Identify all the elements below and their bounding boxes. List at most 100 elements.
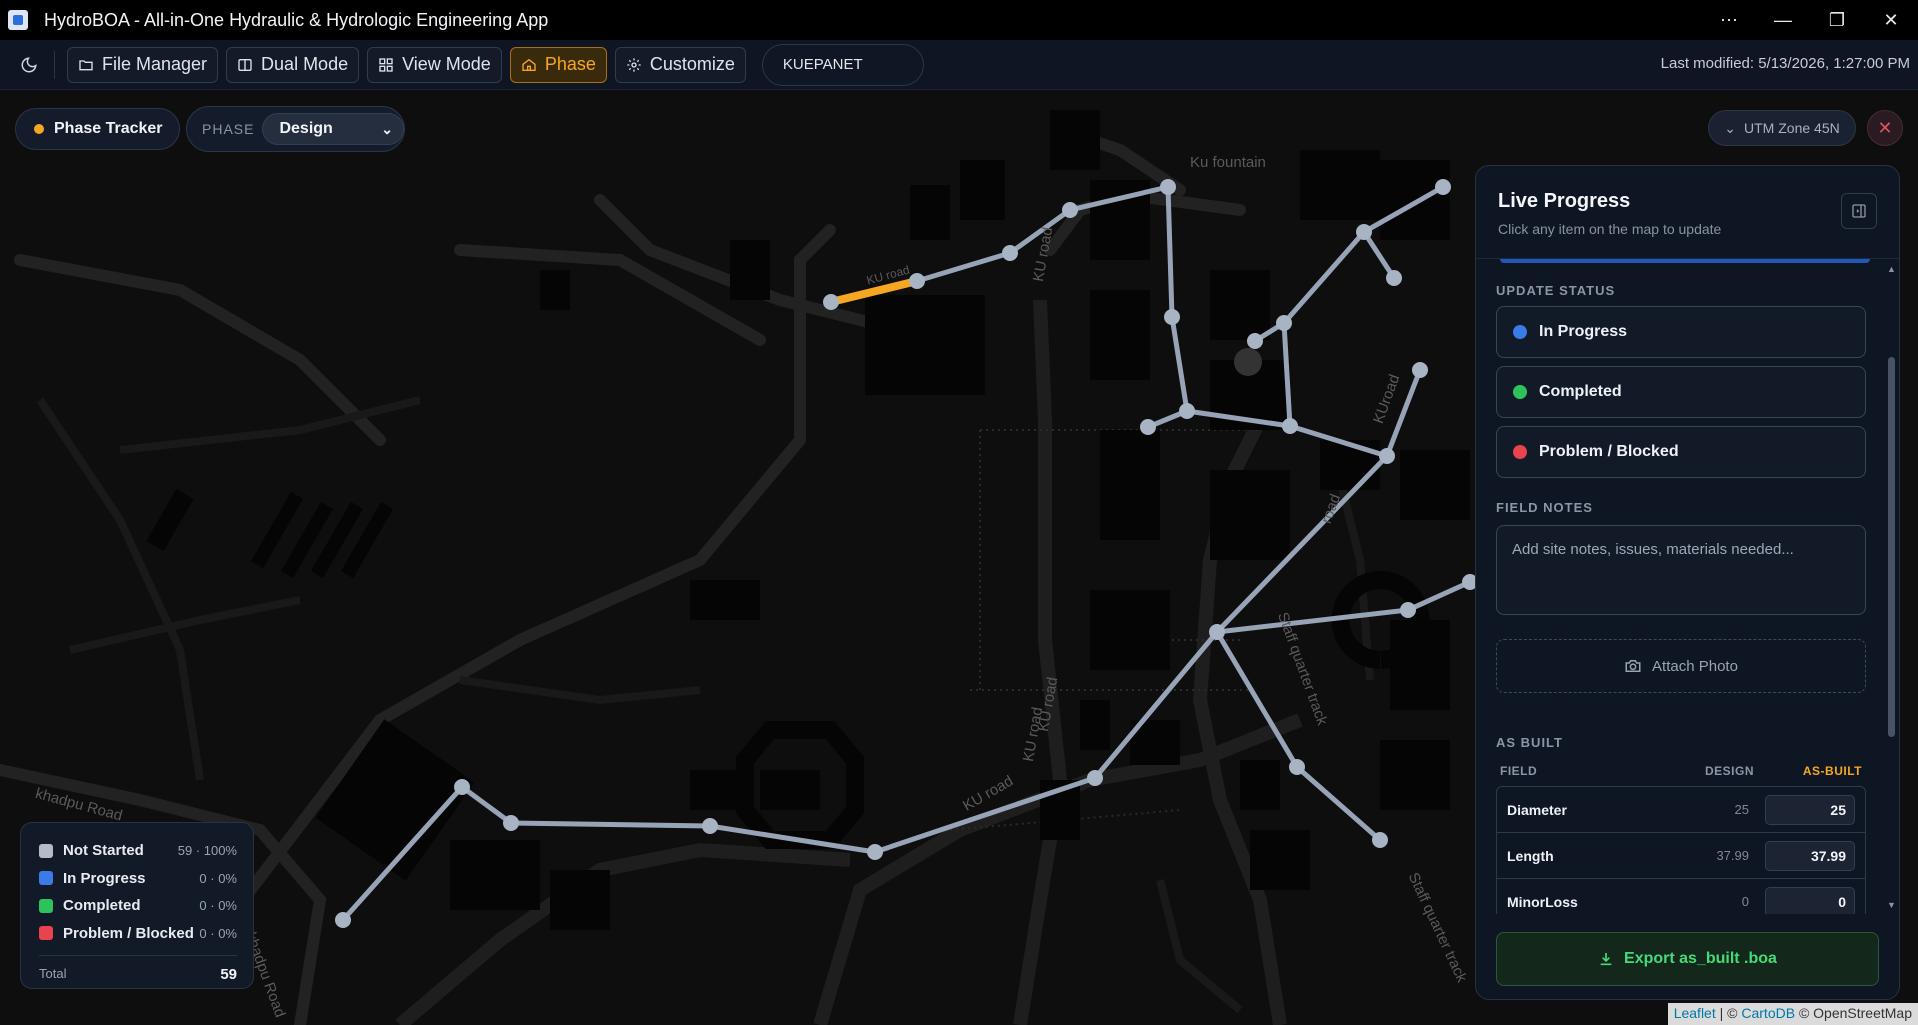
legend-item: Problem / Blocked 0 · 0% [39, 920, 237, 948]
status-dot [1513, 385, 1527, 399]
legend-item: In Progress 0 · 0% [39, 865, 237, 893]
panel-subtitle: Click any item on the map to update [1498, 221, 1722, 237]
table-row: Diameter 25 25 [1497, 787, 1865, 833]
panel-title: Live Progress [1498, 190, 1631, 212]
export-as-built-button[interactable]: Export as_built .boa [1496, 932, 1879, 986]
live-progress-panel: Live Progress Click any item on the map … [1475, 165, 1900, 1000]
row-field: Length [1507, 847, 1554, 864]
dual-mode-button[interactable]: Dual Mode [226, 46, 360, 83]
gear-icon [627, 57, 641, 72]
cartodb-link[interactable]: CartoDB [1741, 1005, 1795, 1021]
legend-item: Completed 0 · 0% [39, 892, 237, 920]
legend-item-name: In Progress [63, 869, 146, 887]
folder-icon [79, 59, 93, 70]
as-built-input[interactable]: 37.99 [1765, 840, 1855, 871]
dual-mode-label: Dual Mode [261, 54, 349, 74]
chevron-down-icon: ⌄ [1724, 119, 1737, 136]
status-in-progress-button[interactable]: In Progress [1496, 306, 1866, 358]
app-icon [8, 10, 28, 30]
export-label: Export as_built .boa [1624, 950, 1777, 967]
theme-toggle-moon-icon[interactable] [14, 50, 44, 80]
customize-button[interactable]: Customize [614, 46, 746, 83]
legend-item-name: Not Started [63, 842, 144, 860]
update-status-label: UPDATE STATUS [1496, 283, 1616, 298]
as-built-label: AS BUILT [1496, 735, 1563, 750]
legend-swatch [39, 898, 53, 913]
col-field: FIELD [1500, 764, 1538, 778]
minimize-button[interactable]: — [1756, 0, 1810, 40]
download-icon [1600, 953, 1612, 966]
scrollbar-thumb[interactable] [1888, 357, 1895, 737]
main-toolbar: File Manager Dual Mode View Mode Phase C… [0, 40, 1918, 90]
col-design: DESIGN [1704, 764, 1754, 778]
attach-photo-label: Attach Photo [1652, 657, 1738, 675]
phase-button[interactable]: Phase [509, 46, 607, 83]
row-design: 0 [1741, 894, 1749, 909]
table-row: MinorLoss 0 0 [1497, 879, 1865, 914]
phase-selector: PHASE Design ⌄ [186, 106, 405, 152]
legend-swatch [39, 843, 53, 858]
panel-header: Live Progress Click any item on the map … [1476, 166, 1899, 259]
customize-label: Customize [649, 54, 735, 74]
legend-item-name: Problem / Blocked [63, 924, 194, 942]
status-completed-button[interactable]: Completed [1496, 366, 1866, 418]
file-manager-label: File Manager [102, 54, 208, 74]
map-attribution: Leaflet | © CartoDB © OpenStreetMap [1667, 1003, 1918, 1025]
attribution-separator: | © [1715, 1005, 1742, 1021]
window-title: HydroBOA - All-in-One Hydraulic & Hydrol… [44, 9, 549, 30]
scroll-up-icon[interactable]: ▲ [1887, 264, 1896, 274]
camera-icon [1625, 660, 1641, 672]
legend-item-count: 0 · 0% [199, 925, 237, 941]
col-as-built: AS-BUILT [1802, 764, 1862, 778]
legend-total: Total 59 [39, 966, 237, 983]
last-modified-text: Last modified: 5/13/2026, 1:27:00 PM [1660, 55, 1910, 72]
field-notes-input[interactable]: Add site notes, issues, materials needed… [1496, 525, 1866, 615]
legend-item-name: Completed [63, 897, 141, 915]
panel-scrollbar[interactable]: ▲ ▼ [1885, 262, 1897, 912]
close-window-button[interactable]: ✕ [1864, 0, 1918, 40]
row-field: MinorLoss [1507, 893, 1578, 910]
more-options-button[interactable]: ⋯ [1702, 0, 1756, 40]
status-dot [1513, 445, 1527, 459]
project-name-field[interactable]: KUEPANET [761, 43, 924, 86]
window-controls: ⋯ — ❐ ✕ [1702, 0, 1918, 40]
legend-item-count: 0 · 0% [199, 870, 237, 886]
as-built-input[interactable]: 25 [1765, 794, 1855, 825]
close-phase-button[interactable]: ✕ [1867, 110, 1903, 146]
legend-item-count: 59 · 100% [177, 843, 237, 859]
row-design: 37.99 [1716, 848, 1749, 863]
columns-icon [238, 58, 252, 71]
legend-swatch [39, 926, 53, 941]
file-manager-button[interactable]: File Manager [67, 46, 219, 83]
phase-label: Phase [544, 54, 596, 74]
status-blocked-button[interactable]: Problem / Blocked [1496, 426, 1866, 478]
restore-button[interactable]: ❐ [1810, 0, 1864, 40]
as-built-input[interactable]: 0 [1765, 886, 1855, 914]
chevron-down-icon: ⌄ [381, 121, 393, 137]
scroll-down-icon[interactable]: ▼ [1887, 900, 1896, 910]
legend-divider [39, 955, 237, 956]
collapse-panel-icon[interactable] [1841, 193, 1877, 229]
table-row: Length 37.99 37.99 [1497, 833, 1865, 879]
as-built-header: FIELD DESIGN AS-BUILT [1496, 764, 1866, 786]
leaflet-link[interactable]: Leaflet [1674, 1005, 1716, 1021]
phase-dropdown[interactable]: Design ⌄ [262, 113, 404, 145]
view-mode-button[interactable]: View Mode [367, 46, 502, 83]
field-notes-label: FIELD NOTES [1496, 500, 1593, 515]
osm-attribution: © OpenStreetMap [1795, 1005, 1912, 1021]
title-bar: HydroBOA - All-in-One Hydraulic & Hydrol… [0, 0, 1918, 40]
map-label-fountain: Ku fountain [1190, 154, 1266, 171]
crs-selector[interactable]: ⌄ UTM Zone 45N [1708, 110, 1856, 146]
phase-tracker-pill[interactable]: Phase Tracker [15, 108, 180, 150]
legend-total-value: 59 [220, 966, 237, 983]
status-label: Completed [1539, 383, 1622, 400]
phase-selector-label: PHASE [202, 121, 255, 137]
toolbar-divider [54, 50, 55, 79]
status-legend: Not Started 59 · 100% In Progress 0 · 0%… [20, 822, 254, 989]
legend-item: Not Started 59 · 100% [39, 837, 237, 865]
grid-icon [379, 57, 393, 72]
legend-item-count: 0 · 0% [199, 898, 237, 914]
as-built-table: Diameter 25 25 Length 37.99 37.99 MinorL… [1496, 786, 1866, 914]
phase-dropdown-value: Design [279, 120, 333, 137]
attach-photo-button[interactable]: Attach Photo [1496, 639, 1866, 693]
